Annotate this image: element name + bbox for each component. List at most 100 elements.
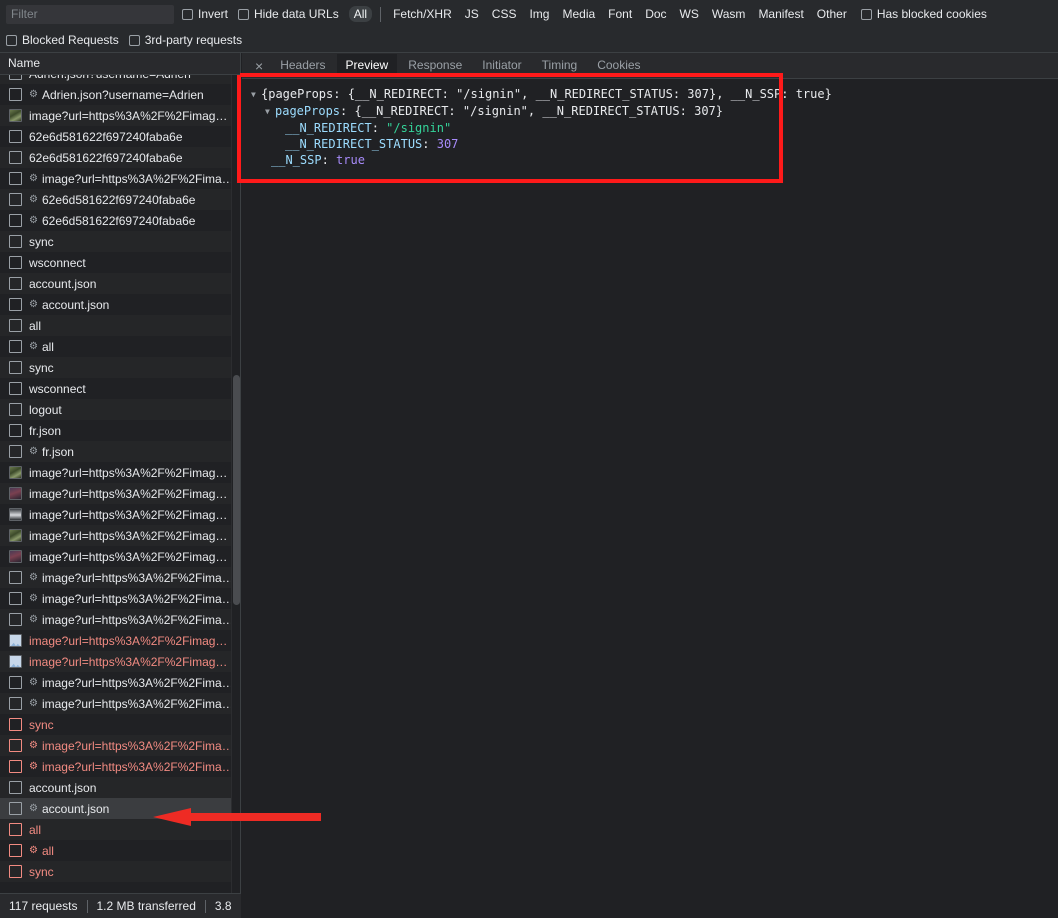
table-row[interactable]: sync <box>0 231 240 252</box>
third-party-requests-checkbox[interactable]: 3rd-party requests <box>128 33 242 47</box>
table-row[interactable]: 62e6d581622f697240faba6e <box>0 147 240 168</box>
scrollbar-thumb[interactable] <box>233 375 240 605</box>
table-row[interactable]: all <box>0 819 240 840</box>
table-row[interactable]: image?url=https%3A%2F%2Fimag… <box>0 651 240 672</box>
request-rows: Adrien.json?username=Adrien⚙Adrien.json?… <box>0 75 240 882</box>
hide-data-urls-checkbox[interactable]: Hide data URLs <box>238 7 339 21</box>
type-filter-all[interactable]: All <box>348 6 373 22</box>
table-row[interactable]: ⚙ image?url=https%3A%2F%2Fima… <box>0 735 240 756</box>
table-row[interactable]: ⚙ Adrien.json?username=Adrien <box>0 84 240 105</box>
gear-icon: ⚙ <box>29 613 38 625</box>
json-key: __N_SSP <box>271 153 322 167</box>
request-name: account.json <box>29 276 97 291</box>
table-row[interactable]: image?url=https%3A%2F%2Fimag… <box>0 630 240 651</box>
table-row[interactable]: image?url=https%3A%2F%2Fimag… <box>0 483 240 504</box>
tab-initiator[interactable]: Initiator <box>473 54 530 77</box>
filter-input[interactable] <box>6 4 174 24</box>
table-row[interactable]: image?url=https%3A%2F%2Fimag… <box>0 105 240 126</box>
type-filter-fetch-xhr[interactable]: Fetch/XHR <box>388 6 457 22</box>
table-row[interactable]: image?url=https%3A%2F%2Fimag… <box>0 525 240 546</box>
type-filter-css[interactable]: CSS <box>487 6 522 22</box>
table-row[interactable]: logout <box>0 399 240 420</box>
table-row[interactable]: sync <box>0 714 240 735</box>
request-name: 62e6d581622f697240faba6e <box>29 150 183 165</box>
document-icon <box>9 277 22 290</box>
request-name: image?url=https%3A%2F%2Fimag… <box>29 108 228 123</box>
type-filter-manifest[interactable]: Manifest <box>753 6 808 22</box>
table-row[interactable]: ⚙ account.json <box>0 294 240 315</box>
table-row[interactable]: wsconnect <box>0 378 240 399</box>
table-row[interactable]: ⚙ fr.json <box>0 441 240 462</box>
json-punct: : <box>448 104 463 118</box>
table-row[interactable]: sync <box>0 861 240 882</box>
invert-checkbox[interactable]: Invert <box>182 7 228 21</box>
type-filter-ws[interactable]: WS <box>675 6 704 22</box>
tab-headers[interactable]: Headers <box>271 54 334 77</box>
request-name: image?url=https%3A%2F%2Fimag… <box>29 633 228 648</box>
tab-cookies[interactable]: Cookies <box>588 54 649 77</box>
table-row[interactable]: ⚙ image?url=https%3A%2F%2Fima… <box>0 168 240 189</box>
table-row[interactable]: wsconnect <box>0 252 240 273</box>
resources-size: 3.8 <box>214 899 232 913</box>
table-row[interactable]: ⚙ image?url=https%3A%2F%2Fima… <box>0 609 240 630</box>
request-name: image?url=https%3A%2F%2Fima… <box>41 738 234 753</box>
table-row[interactable]: 62e6d581622f697240faba6e <box>0 126 240 147</box>
network-status-bar: 117 requests 1.2 MB transferred 3.8 <box>0 893 241 918</box>
request-name: wsconnect <box>29 255 86 270</box>
document-icon <box>9 613 22 626</box>
tab-response[interactable]: Response <box>399 54 471 77</box>
table-row[interactable]: ⚙ image?url=https%3A%2F%2Fima… <box>0 693 240 714</box>
request-list-scrollbar[interactable] <box>231 75 240 896</box>
image-thumbnail-icon <box>9 508 22 521</box>
request-list-column-header[interactable]: Name <box>0 53 240 75</box>
type-filter-img[interactable]: Img <box>524 6 554 22</box>
request-name: image?url=https%3A%2F%2Fima… <box>41 612 234 627</box>
table-row[interactable]: Adrien.json?username=Adrien <box>0 75 240 84</box>
type-filter-font[interactable]: Font <box>603 6 637 22</box>
table-row[interactable]: ⚙ image?url=https%3A%2F%2Fima… <box>0 672 240 693</box>
broken-image-icon <box>9 655 22 668</box>
table-row[interactable]: ⚙ 62e6d581622f697240faba6e <box>0 189 240 210</box>
table-row[interactable]: ⚙ 62e6d581622f697240faba6e <box>0 210 240 231</box>
chevron-down-icon[interactable]: ▼ <box>251 87 261 103</box>
table-row[interactable]: account.json <box>0 273 240 294</box>
gear-icon: ⚙ <box>29 340 38 352</box>
table-row[interactable]: image?url=https%3A%2F%2Fimag… <box>0 504 240 525</box>
type-filter-js[interactable]: JS <box>460 6 484 22</box>
json-value: "/signin" <box>386 121 452 135</box>
table-row[interactable]: ⚙ image?url=https%3A%2F%2Fima… <box>0 567 240 588</box>
json-value: true <box>336 153 365 167</box>
tab-timing[interactable]: Timing <box>533 54 587 77</box>
request-name: account.json <box>41 801 110 816</box>
table-row[interactable]: ⚙ all <box>0 840 240 861</box>
request-rows-viewport[interactable]: Adrien.json?username=Adrien⚙Adrien.json?… <box>0 75 240 896</box>
thumbnail-pixels <box>10 509 21 520</box>
table-row[interactable]: fr.json <box>0 420 240 441</box>
table-row[interactable]: ⚙ all <box>0 336 240 357</box>
network-toolbar: Invert Hide data URLs All Fetch/XHR JS C… <box>0 0 1058 53</box>
blocked-requests-checkbox[interactable]: Blocked Requests <box>6 33 119 47</box>
close-icon[interactable]: × <box>248 59 270 73</box>
type-filter-media[interactable]: Media <box>557 6 600 22</box>
json-value: 307 <box>687 87 709 101</box>
json-punct: , <box>527 104 543 118</box>
type-filter-doc[interactable]: Doc <box>640 6 671 22</box>
table-row[interactable]: ⚙ image?url=https%3A%2F%2Fima… <box>0 756 240 777</box>
json-line-root[interactable]: ▼ {pageProps: {__N_REDIRECT: "/signin", _… <box>251 86 1058 103</box>
type-filter-other[interactable]: Other <box>812 6 852 22</box>
has-blocked-cookies-checkbox[interactable]: Has blocked cookies <box>860 7 987 21</box>
table-row-selected[interactable]: ⚙ account.json <box>0 798 240 819</box>
table-row[interactable]: sync <box>0 357 240 378</box>
tab-preview[interactable]: Preview <box>336 54 398 77</box>
json-line-pageprops[interactable]: ▼ pageProps: {__N_REDIRECT: "/signin", __… <box>251 103 1058 120</box>
gear-icon: ⚙ <box>29 298 38 310</box>
detail-tabbar: × Headers Preview Response Initiator Tim… <box>242 53 1058 79</box>
chevron-down-icon[interactable]: ▼ <box>265 104 275 120</box>
document-icon <box>9 172 22 185</box>
table-row[interactable]: image?url=https%3A%2F%2Fimag… <box>0 462 240 483</box>
table-row[interactable]: ⚙ image?url=https%3A%2F%2Fima… <box>0 588 240 609</box>
table-row[interactable]: account.json <box>0 777 240 798</box>
table-row[interactable]: all <box>0 315 240 336</box>
type-filter-wasm[interactable]: Wasm <box>707 6 751 22</box>
table-row[interactable]: image?url=https%3A%2F%2Fimag… <box>0 546 240 567</box>
